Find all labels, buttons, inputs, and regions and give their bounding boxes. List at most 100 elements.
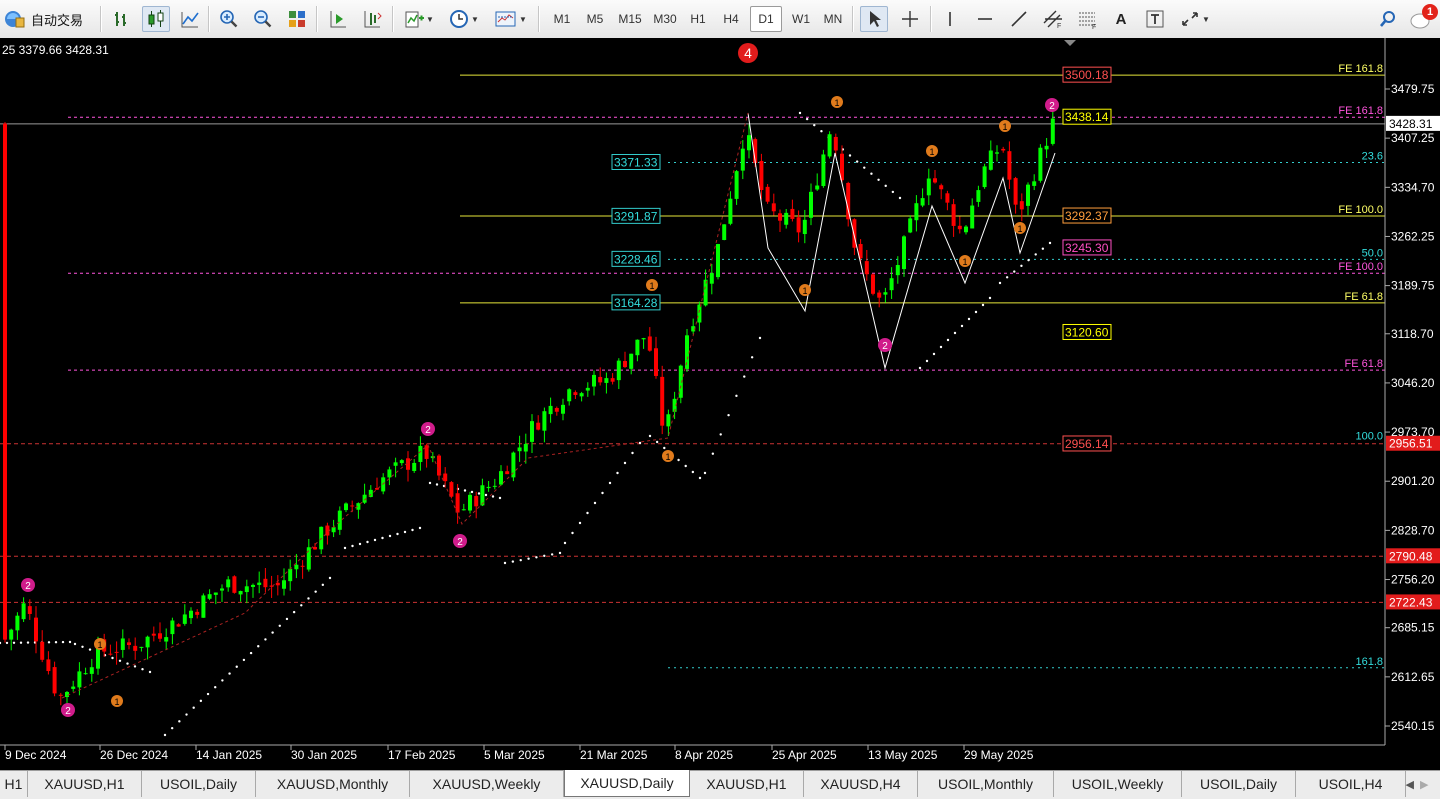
candle-body [201, 595, 206, 618]
periods-button[interactable]: ▼ [444, 6, 484, 32]
horizontal-line-tool-button[interactable] [971, 6, 999, 32]
cursor-tool-button[interactable] [860, 6, 888, 32]
bar-chart-button[interactable] [108, 6, 136, 32]
chart-tab[interactable]: USOIL,H4 [1296, 771, 1406, 797]
auto-trading-button[interactable]: 自动交易 [2, 6, 94, 32]
price-level-label: 3292.37 [1065, 209, 1109, 223]
candle-body [709, 273, 714, 284]
chart-tab[interactable]: H1 [0, 771, 28, 797]
templates-button[interactable]: ▼ [490, 6, 532, 32]
timeframe-mn[interactable]: MN [817, 6, 849, 32]
shift-marker-icon[interactable] [1064, 40, 1076, 46]
candlestick-chart-button[interactable] [142, 6, 170, 32]
chart-shift-button[interactable] [358, 6, 386, 32]
candle-body [437, 455, 441, 476]
search-button[interactable] [1374, 6, 1402, 32]
price-chart[interactable]: 4 2 2 2 2 2 2 1 1 1 1 1 1 1 1 1 1 3371.33 3291.87 3228.46 3… [0, 38, 1440, 770]
trend-line-tool-button[interactable] [1005, 6, 1033, 32]
chart-tab[interactable]: USOIL,Weekly [1054, 771, 1182, 797]
timeframe-m30[interactable]: M30 [647, 6, 683, 32]
zoom-in-button[interactable] [215, 6, 243, 32]
sar-dot [884, 184, 887, 188]
fib-extension-label: 100.0 [1355, 431, 1383, 443]
text-label-tool-button[interactable] [1141, 6, 1169, 32]
arrows-tool-button[interactable]: ▼ [1175, 6, 1215, 32]
candle-body [1044, 145, 1049, 150]
timeframe-h4[interactable]: H4 [715, 6, 747, 32]
candle-body [833, 136, 838, 151]
candle-body [393, 462, 398, 466]
candle-body [784, 212, 789, 225]
candle-body [982, 166, 987, 188]
sar-dot [264, 638, 267, 641]
candle-body [114, 651, 119, 653]
chart-tab[interactable]: XAUUSD,H4 [804, 771, 918, 797]
scroll-right-icon[interactable]: ▶ [1420, 778, 1428, 791]
fib-extension-label: 23.6 [1362, 151, 1383, 163]
time-axis-label: 29 May 2025 [964, 748, 1034, 762]
chart-tab[interactable]: XAUUSD,Daily [564, 770, 690, 797]
candle-body [15, 615, 20, 631]
timeframe-w1[interactable]: W1 [785, 6, 817, 32]
text-tool-button[interactable]: A [1107, 6, 1135, 32]
candle-body [1001, 148, 1006, 151]
timeframe-m15[interactable]: M15 [612, 6, 648, 32]
time-axis-label: 8 Apr 2025 [675, 748, 733, 762]
chart-tab[interactable]: XAUUSD,H1 [690, 771, 804, 797]
sar-dot [877, 178, 880, 181]
crosshair-tool-button[interactable] [896, 6, 924, 32]
sar-dot [73, 642, 77, 646]
equidistant-channel-tool-button[interactable]: F [1039, 6, 1067, 32]
cursor-icon [870, 11, 881, 27]
sar-dot [735, 394, 738, 398]
chart-info-line: 25 3379.66 3428.31 [2, 43, 109, 57]
sar-dot [214, 686, 217, 689]
wave-1-label: 1 [1002, 122, 1007, 132]
candle-body [1019, 201, 1024, 210]
chart-tab[interactable]: XAUUSD,H1 [28, 771, 142, 797]
candle-body [1038, 147, 1043, 181]
trend-line-icon [1011, 11, 1027, 27]
timeframe-m5[interactable]: M5 [579, 6, 611, 32]
sar-dot [543, 554, 546, 558]
candle-body [765, 186, 770, 202]
candle-body [9, 629, 14, 640]
sar-dot [743, 375, 746, 378]
wave-2-label: 2 [457, 537, 463, 548]
candle-body [443, 473, 448, 482]
chart-tab[interactable]: USOIL,Daily [142, 771, 256, 797]
chart-tab[interactable]: USOIL,Monthly [918, 771, 1054, 797]
chart-tab[interactable]: USOIL,Daily [1182, 771, 1296, 797]
sar-dot [863, 166, 866, 169]
candle-body [554, 407, 559, 412]
timeframe-m1[interactable]: M1 [546, 6, 578, 32]
timeframe-h1[interactable]: H1 [682, 6, 714, 32]
candle-body [523, 443, 528, 452]
sar-dot [221, 679, 224, 682]
candle-body [207, 594, 212, 599]
sar-dot [727, 413, 730, 417]
candle-body [306, 547, 311, 570]
candle-body [647, 336, 652, 351]
indicators-button[interactable]: ▼ [400, 6, 438, 32]
candle-body [176, 624, 181, 627]
scroll-left-icon[interactable]: ◀ [1406, 778, 1414, 791]
tile-windows-button[interactable] [283, 6, 311, 32]
sar-dot [484, 493, 488, 497]
price-axis-label: 3118.70 [1391, 327, 1434, 341]
chart-tab[interactable]: XAUUSD,Monthly [256, 771, 410, 797]
notifications-button[interactable]: 1 [1408, 4, 1438, 32]
zoom-out-button[interactable] [249, 6, 277, 32]
fibonacci-tool-button[interactable]: F [1074, 6, 1102, 32]
vertical-line-tool-button[interactable] [936, 6, 964, 32]
sar-dot [953, 331, 957, 335]
auto-scroll-button[interactable] [324, 6, 352, 32]
chart-tab[interactable]: XAUUSD,Weekly [410, 771, 564, 797]
candle-body [666, 414, 671, 427]
line-chart-button[interactable] [176, 6, 204, 32]
sar-dot [571, 531, 574, 535]
tabs-scroll-arrows[interactable]: ◀ ▶ [1396, 771, 1438, 797]
timeframe-d1[interactable]: D1 [750, 6, 782, 32]
sar-dot [891, 190, 895, 194]
sar-dot [271, 631, 274, 634]
